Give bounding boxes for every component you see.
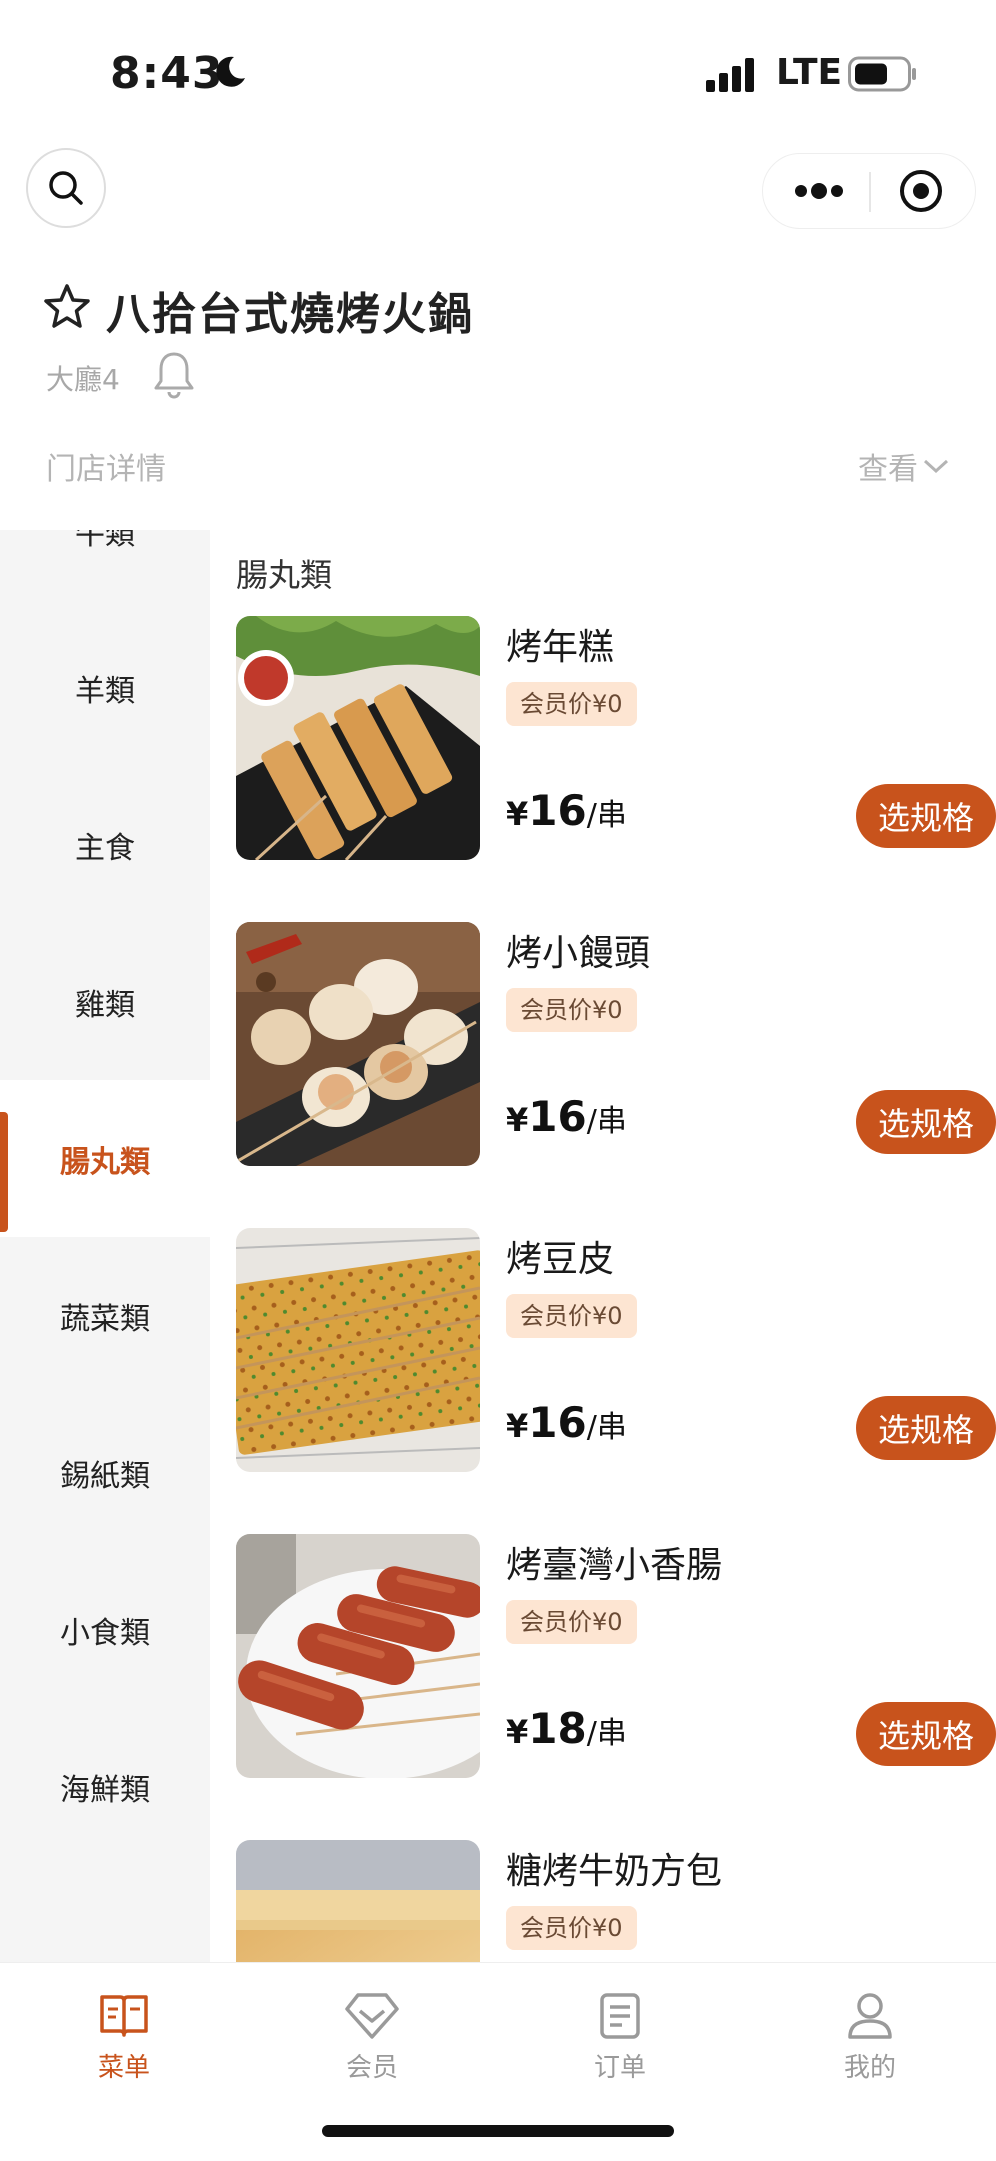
- tab-label: 会员: [345, 2053, 398, 2083]
- close-button[interactable]: [873, 154, 969, 228]
- store-detail-label: 门店详情: [46, 452, 166, 487]
- food-image-milk-toast[interactable]: [236, 1840, 480, 1962]
- category-item[interactable]: 蔬菜類: [0, 1237, 210, 1394]
- capsule-divider: [869, 172, 871, 212]
- item-name: 烤小饅頭: [506, 933, 651, 974]
- order-list-icon: [600, 1993, 640, 2039]
- status-time: 8:43: [110, 48, 224, 99]
- member-price-badge: 会员价¥0: [506, 988, 637, 1032]
- more-button[interactable]: [771, 154, 867, 228]
- category-item[interactable]: 小食類: [0, 1551, 210, 1708]
- menu-item[interactable]: 烤年糕 会员价¥0 ¥16/串 选规格: [236, 616, 996, 866]
- item-name: 糖烤牛奶方包: [506, 1851, 723, 1892]
- mini-program-capsule: [762, 153, 976, 229]
- diamond-icon: [345, 1993, 399, 2039]
- price-value: 16: [528, 786, 587, 835]
- table-number: 大廳4: [46, 363, 120, 396]
- view-detail-label: 查看: [858, 452, 918, 487]
- menu-item[interactable]: 烤豆皮 会员价¥0 ¥16/串 选规格: [236, 1228, 996, 1478]
- food-image-sausage[interactable]: [236, 1534, 480, 1778]
- price-unit: /串: [586, 1716, 627, 1751]
- price-unit: /串: [586, 1410, 627, 1445]
- price-unit: /串: [586, 798, 627, 833]
- favorite-star-icon[interactable]: [42, 282, 92, 332]
- item-price: ¥16/串: [506, 786, 627, 835]
- select-spec-button[interactable]: 选规格: [856, 1090, 996, 1154]
- more-dots-icon: [795, 183, 843, 199]
- menu-list[interactable]: 腸丸類 烤年糕 会员价¥0 ¥16/串 选规格 烤小饅頭 会员价¥0 ¥16/串…: [210, 530, 996, 1962]
- currency-symbol: ¥: [506, 1407, 529, 1445]
- item-price: ¥16/串: [506, 1092, 627, 1141]
- category-item[interactable]: 牛類: [0, 530, 210, 609]
- user-icon: [848, 1993, 892, 2039]
- currency-symbol: ¥: [506, 795, 529, 833]
- tab-member[interactable]: 会员: [292, 1991, 452, 2084]
- food-image-mini-bun[interactable]: [236, 922, 480, 1166]
- member-price-badge: 会员价¥0: [506, 1294, 637, 1338]
- category-sidebar[interactable]: 牛類 羊類 主食 雞類 腸丸類 蔬菜類 錫紙類 小食類 海鮮類: [0, 530, 210, 1962]
- item-name: 烤臺灣小香腸: [506, 1545, 723, 1586]
- tab-profile[interactable]: 我的: [790, 1991, 950, 2084]
- section-title: 腸丸類: [236, 556, 333, 594]
- category-item[interactable]: 海鮮類: [0, 1708, 210, 1865]
- category-item[interactable]: 雞類: [0, 923, 210, 1080]
- menu-item[interactable]: 烤臺灣小香腸 会员价¥0 ¥18/串 选规格: [236, 1534, 996, 1784]
- tab-menu[interactable]: 菜单: [44, 1991, 204, 2084]
- bell-icon[interactable]: [152, 350, 196, 400]
- item-price: ¥16/串: [506, 1398, 627, 1447]
- member-price-badge: 会员价¥0: [506, 1600, 637, 1644]
- item-name: 烤豆皮: [506, 1239, 615, 1280]
- category-item[interactable]: 錫紙類: [0, 1394, 210, 1551]
- tab-label: 菜单: [97, 2053, 150, 2083]
- currency-symbol: ¥: [506, 1101, 529, 1139]
- member-price-badge: 会员价¥0: [506, 682, 637, 726]
- item-name: 烤年糕: [506, 627, 615, 668]
- item-price: ¥18/串: [506, 1704, 627, 1753]
- select-spec-button[interactable]: 选规格: [856, 1396, 996, 1460]
- signal-icon: [706, 58, 754, 92]
- tab-label: 订单: [593, 2053, 646, 2083]
- menu-book-icon: [100, 1995, 148, 2037]
- food-image-rice-cake[interactable]: [236, 616, 480, 860]
- tab-orders[interactable]: 订单: [540, 1991, 700, 2084]
- member-price-badge: 会员价¥0: [506, 1906, 637, 1950]
- select-spec-button[interactable]: 选规格: [856, 1702, 996, 1766]
- food-image-tofu-skin[interactable]: [236, 1228, 480, 1472]
- menu-item[interactable]: 糖烤牛奶方包 会员价¥0: [236, 1840, 980, 1962]
- network-type: LTE: [776, 52, 843, 93]
- target-close-icon: [900, 170, 942, 212]
- moon-icon: [216, 56, 245, 87]
- price-value: 16: [528, 1398, 587, 1447]
- search-button[interactable]: [26, 148, 106, 228]
- currency-symbol: ¥: [506, 1713, 529, 1751]
- chevron-down-icon: [923, 459, 949, 474]
- tab-label: 我的: [843, 2053, 896, 2083]
- search-icon: [49, 171, 83, 205]
- select-spec-button[interactable]: 选规格: [856, 784, 996, 848]
- price-value: 16: [528, 1092, 587, 1141]
- category-item[interactable]: 羊類: [0, 609, 210, 766]
- view-detail-link[interactable]: 查看: [858, 444, 950, 488]
- menu-item[interactable]: 烤小饅頭 会员价¥0 ¥16/串 选规格: [236, 922, 996, 1172]
- store-name: 八拾台式燒烤火鍋: [106, 289, 474, 340]
- category-item-active[interactable]: 腸丸類: [0, 1080, 210, 1237]
- home-indicator: [322, 2125, 674, 2137]
- category-item[interactable]: 主食: [0, 766, 210, 923]
- price-value: 18: [528, 1704, 587, 1753]
- price-unit: /串: [586, 1104, 627, 1139]
- battery-icon: [848, 56, 916, 92]
